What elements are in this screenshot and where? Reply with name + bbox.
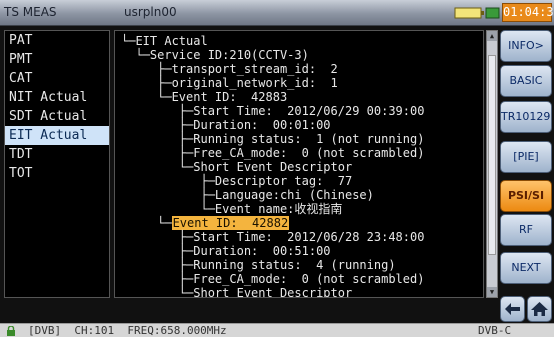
tree-branch: └─ (121, 34, 136, 48)
tree-branch: ├─ (121, 258, 194, 272)
tree-node-label-highlighted: Event ID: 42882 (171, 216, 290, 230)
tree-branch: ├─ (121, 174, 215, 188)
tree-node-label: Descriptor tag: 77 (214, 174, 353, 188)
lock-icon (7, 326, 15, 336)
tree-branch: ├─ (121, 230, 194, 244)
tree-branch: ├─ (121, 104, 194, 118)
table-list-item[interactable]: TOT (5, 164, 109, 183)
tree-branch: ├─ (121, 76, 172, 90)
tree-node-label: Start Time: 2012/06/29 00:39:00 (193, 104, 425, 118)
eit-tree-view[interactable]: └─EIT Actual └─Service ID:210(CCTV-3) ├─… (114, 30, 484, 298)
tree-branch: ├─ (121, 244, 194, 258)
table-list-item[interactable]: PAT (5, 31, 109, 50)
scroll-down-icon[interactable]: ▼ (487, 287, 497, 297)
tree-node-label: Free_CA_mode: 0 (not scrambled) (193, 272, 425, 286)
tree-node[interactable]: └─Short Event Descriptor (121, 285, 353, 298)
rf-button[interactable]: RF (500, 214, 552, 246)
psisi-button[interactable]: PSI/SI (500, 180, 552, 212)
tr101290-button[interactable]: TR101290> (500, 101, 552, 133)
table-list-item[interactable]: SDT Actual (5, 107, 109, 126)
battery-icon (454, 7, 500, 19)
tree-branch: └─ (121, 286, 194, 298)
tree-node-label: Event name:收视指南 (214, 202, 343, 216)
tree-node-label: Service ID:210(CCTV-3) (149, 48, 309, 62)
app-title: TS MEAS (4, 5, 57, 19)
basic-button[interactable]: BASIC (500, 65, 552, 97)
tree-branch: └─ (121, 160, 194, 174)
tree-scrollbar[interactable]: ▲ ▼ (486, 30, 498, 298)
tree-node-label: EIT Actual (135, 34, 208, 48)
home-icon (531, 302, 548, 316)
tree-node-label: original_network_id: 1 (171, 76, 338, 90)
tree-branch: ├─ (121, 272, 194, 286)
status-bar: [DVB] CH:101 FREQ:658.000MHz DVB-C (0, 323, 554, 337)
tree-node-label: Running status: 1 (not running) (193, 132, 425, 146)
file-name: usrpln00 (124, 5, 177, 19)
tree-node-label: Short Event Descriptor (193, 286, 353, 298)
tree-node-label: Duration: 00:01:00 (193, 118, 331, 132)
scroll-thumb[interactable] (488, 55, 496, 255)
scroll-up-icon[interactable]: ▲ (487, 31, 497, 41)
info-button[interactable]: INFO> (500, 30, 552, 62)
tree-branch: ├─ (121, 146, 194, 160)
next-button[interactable]: NEXT (500, 252, 552, 284)
table-list-item-selected[interactable]: EIT Actual (5, 126, 109, 145)
table-list-item[interactable]: CAT (5, 69, 109, 88)
clock: 01:04:33 (502, 3, 554, 22)
tree-node-label: Start Time: 2012/06/28 23:48:00 (193, 230, 425, 244)
title-bar: TS MEAS usrpln00 01:04:33 (0, 0, 554, 26)
tree-node-label: Free_CA_mode: 0 (not scrambled) (193, 146, 425, 160)
table-list: PAT PMT CAT NIT Actual SDT Actual EIT Ac… (4, 30, 110, 298)
table-list-item[interactable]: NIT Actual (5, 88, 109, 107)
pie-button[interactable]: [PIE] (500, 141, 552, 173)
tree-node-label: Short Event Descriptor (193, 160, 353, 174)
tree-node-label: Running status: 4 (running) (193, 258, 396, 272)
tree-node-label: Language:chi (Chinese) (214, 188, 374, 202)
standard-label: DVB-C (478, 324, 512, 337)
tree-branch: └─ (121, 48, 150, 62)
tree-node-label: Event ID: 42883 (171, 90, 288, 104)
back-button[interactable] (500, 296, 525, 322)
tree-node-label: Duration: 00:51:00 (193, 244, 331, 258)
tree-branch: ├─ (121, 62, 172, 76)
tree-branch: ├─ (121, 188, 215, 202)
tree-branch: ├─ (121, 118, 194, 132)
tree-branch: └─ (121, 202, 215, 216)
home-button[interactable] (527, 296, 552, 322)
tuner-status: [DVB] CH:101 FREQ:658.000MHz (28, 324, 227, 337)
tree-node-label: transport_stream_id: 2 (171, 62, 338, 76)
table-list-item[interactable]: PMT (5, 50, 109, 69)
table-list-item[interactable]: TDT (5, 145, 109, 164)
tree-branch: └─ (121, 90, 172, 104)
tree-branch: ├─ (121, 132, 194, 146)
back-arrow-icon (505, 303, 520, 315)
tree-branch: └─ (121, 216, 172, 230)
